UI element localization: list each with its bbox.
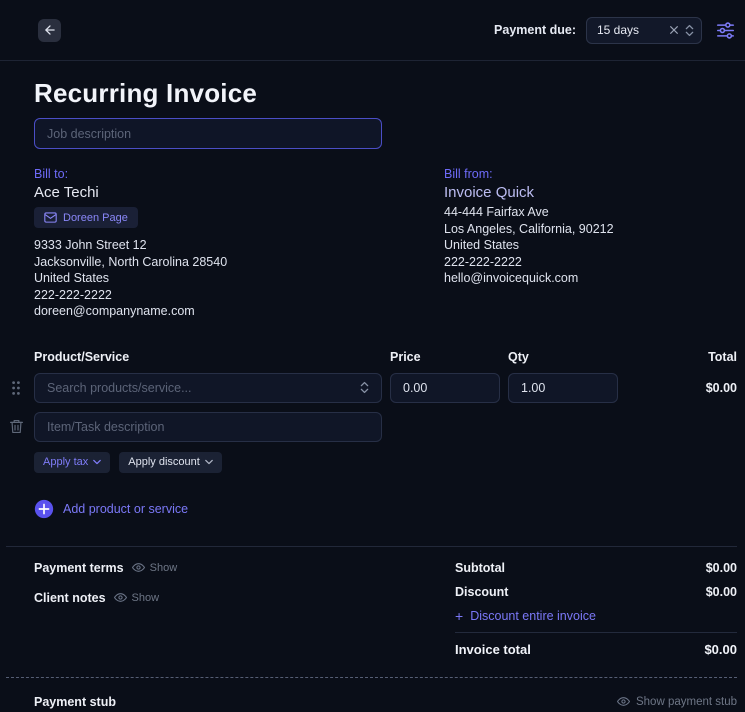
subtotal-row: Subtotal $0.00: [455, 560, 737, 576]
chevron-down-icon: [204, 459, 213, 465]
bill-to-name: Ace Techi: [34, 184, 99, 201]
drag-handle-icon[interactable]: [6, 380, 26, 396]
summary-section: Payment terms Show Client notes Show Sub…: [6, 547, 737, 657]
apply-tax-label: Apply tax: [43, 456, 89, 469]
topbar-right: Payment due: 15 days: [494, 16, 735, 44]
client-notes-label: Client notes: [34, 590, 106, 605]
bill-from-label: Bill from:: [444, 167, 493, 181]
bill-to-address: 9333 John Street 12 Jacksonville, North …: [34, 237, 444, 320]
totals-divider: [455, 631, 737, 633]
bill-from-section: Bill from: Invoice Quick 44-444 Fairfax …: [444, 167, 737, 320]
bill-from-address: 44-444 Fairfax Ave Los Angeles, Californ…: [444, 204, 737, 287]
invoice-total-label: Invoice total: [455, 641, 531, 657]
back-button[interactable]: [38, 18, 61, 42]
discount-value: $0.00: [705, 584, 737, 599]
invoice-total-value: $0.00: [704, 641, 737, 657]
payment-stub-divider: [6, 676, 737, 678]
page-title: Recurring Invoice: [34, 78, 258, 108]
stepper-icon[interactable]: [685, 23, 694, 38]
bill-to-section: Bill to: Ace Techi Doreen Page 9333 John…: [34, 167, 444, 320]
subtotal-value: $0.00: [705, 560, 737, 575]
address-line: Jacksonville, North Carolina 28540: [34, 254, 228, 269]
subtotal-label: Subtotal: [455, 560, 505, 575]
address-line: 44-444 Fairfax Ave: [444, 205, 549, 219]
discount-entire-invoice-label: Discount entire invoice: [470, 608, 596, 623]
client-notes-show-label: Show: [131, 591, 160, 604]
items-table-header: Product/Service Price Qty Total: [6, 350, 737, 364]
envelope-icon: [44, 212, 57, 223]
col-product-service: Product/Service: [34, 349, 130, 364]
billing-sections: Bill to: Ace Techi Doreen Page 9333 John…: [34, 167, 737, 320]
payment-due-select[interactable]: 15 days: [586, 16, 702, 44]
payment-terms-row: Payment terms Show: [34, 560, 177, 576]
summary-toggles: Payment terms Show Client notes Show: [34, 560, 177, 657]
clear-icon[interactable]: [669, 25, 679, 35]
discount-label: Discount: [455, 584, 509, 599]
row-total: $0.00: [705, 380, 737, 395]
col-qty: Qty: [508, 349, 529, 364]
payment-terms-show-toggle[interactable]: Show: [131, 561, 178, 574]
show-payment-stub-label: Show payment stub: [635, 695, 737, 708]
client-notes-show-toggle[interactable]: Show: [113, 591, 160, 604]
col-total: Total: [708, 349, 737, 364]
totals-panel: Subtotal $0.00 Discount $0.00 + Discount…: [455, 560, 737, 657]
apply-tax-button[interactable]: Apply tax: [34, 451, 111, 473]
sliders-icon: [716, 21, 735, 39]
eye-icon: [113, 591, 127, 604]
product-select-placeholder: Search products/service...: [47, 380, 192, 395]
plus-icon: +: [455, 607, 464, 624]
address-line: 222-222-2222: [34, 287, 112, 302]
product-select[interactable]: Search products/service...: [34, 372, 382, 403]
col-price: Price: [390, 349, 421, 364]
contact-chip-label: Doreen Page: [63, 211, 128, 224]
apply-discount-button[interactable]: Apply discount: [119, 451, 222, 473]
price-input[interactable]: [390, 372, 500, 403]
add-product-label: Add product or service: [63, 501, 189, 516]
invoice-settings-button[interactable]: [716, 21, 735, 39]
recurring-invoice-page: Payment due: 15 days Recurring Invoice J…: [0, 0, 745, 712]
show-payment-stub-toggle[interactable]: Show payment stub: [616, 695, 737, 708]
trash-icon[interactable]: [6, 419, 26, 434]
plus-circle-icon: [34, 499, 54, 519]
client-notes-row: Client notes Show: [34, 590, 177, 606]
address-line: doreen@companyname.com: [34, 304, 195, 319]
tax-discount-pills: Apply tax Apply discount: [34, 451, 737, 473]
topbar: Payment due: 15 days: [0, 0, 745, 61]
job-description-input[interactable]: [34, 118, 382, 149]
discount-entire-invoice-button[interactable]: + Discount entire invoice: [455, 608, 596, 624]
address-line: hello@invoicequick.com: [444, 271, 579, 286]
item-description-input[interactable]: [34, 411, 382, 442]
address-line: 9333 John Street 12: [34, 238, 147, 252]
invoice-total-row: Invoice total $0.00: [455, 642, 737, 657]
payment-due-label: Payment due:: [494, 23, 576, 37]
address-line: United States: [34, 271, 110, 286]
arrow-left-icon: [43, 23, 57, 37]
apply-discount-label: Apply discount: [128, 456, 200, 469]
chevrons-up-down-icon: [360, 380, 369, 395]
eye-icon: [616, 695, 630, 708]
item-row: Search products/service... $0.00: [6, 372, 737, 403]
discount-row: Discount $0.00: [455, 584, 737, 600]
bill-to-label: Bill to:: [34, 167, 69, 181]
address-line: 222-222-2222: [444, 254, 522, 269]
eye-icon: [131, 561, 145, 574]
payment-due-value: 15 days: [597, 23, 640, 37]
qty-input[interactable]: [508, 372, 618, 403]
bill-from-name: Invoice Quick: [444, 184, 535, 201]
add-product-button[interactable]: Add product or service: [34, 499, 188, 519]
payment-terms-label: Payment terms: [34, 560, 124, 575]
chevron-down-icon: [93, 459, 102, 465]
invoice-form: Recurring Invoice Bill to: Ace Techi Dor…: [0, 78, 745, 709]
address-line: United States: [444, 238, 520, 253]
contact-chip[interactable]: Doreen Page: [34, 207, 138, 228]
payment-stub-section: Payment stub Show payment stub: [6, 695, 737, 709]
payment-stub-label: Payment stub: [34, 694, 116, 709]
payment-terms-show-label: Show: [149, 561, 178, 574]
line-items: Product/Service Price Qty Total Search p…: [6, 350, 737, 519]
address-line: Los Angeles, California, 90212: [444, 221, 614, 236]
item-description-row: [6, 411, 737, 442]
